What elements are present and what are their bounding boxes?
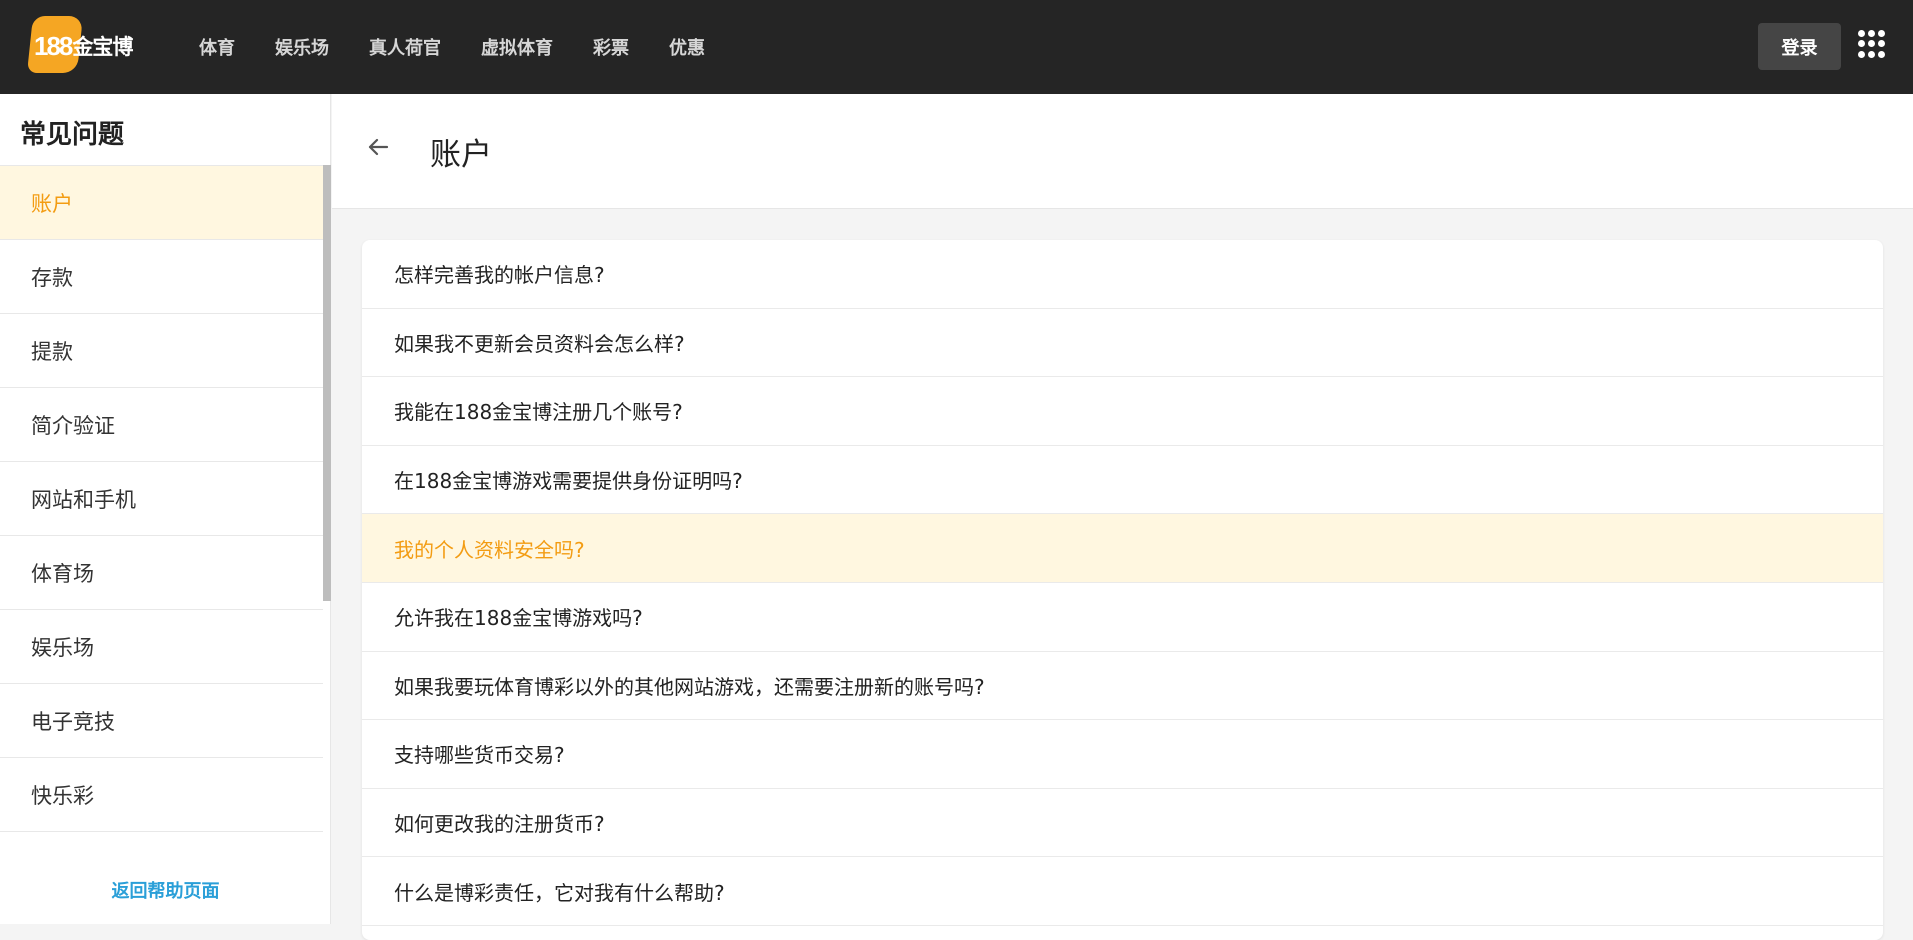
faq-item[interactable]: 我能在188金宝博注册几个账号? <box>362 377 1883 446</box>
nav-item-casino[interactable]: 娱乐场 <box>275 34 329 60</box>
faq-sidebar: 常见问题 账户 存款 提款 简介验证 网站和手机 体育场 娱乐场 电子竞技 快乐… <box>0 94 331 924</box>
faq-list: 怎样完善我的帐户信息? 如果我不更新会员资料会怎么样? 我能在188金宝博注册几… <box>362 240 1883 940</box>
page-title: 账户 <box>430 137 492 173</box>
faq-item-active[interactable]: 我的个人资料安全吗? <box>362 514 1883 583</box>
sidebar-category-list: 账户 存款 提款 简介验证 网站和手机 体育场 娱乐场 电子竞技 快乐彩 <box>0 165 323 832</box>
sidebar-item-sportsbook[interactable]: 体育场 <box>0 536 323 610</box>
logo-text: 金宝博 <box>72 35 133 59</box>
faq-item[interactable]: 如果我要玩体育博彩以外的其他网站游戏，还需要注册新的账号吗? <box>362 652 1883 721</box>
faq-item[interactable]: 支持哪些货币交易? <box>362 720 1883 789</box>
back-arrow-icon[interactable] <box>365 134 391 160</box>
faq-item[interactable]: 什么是博彩责任，它对我有什么帮助? <box>362 857 1883 926</box>
sidebar-item-website-mobile[interactable]: 网站和手机 <box>0 462 323 536</box>
sidebar-item-deposit[interactable]: 存款 <box>0 240 323 314</box>
faq-item[interactable]: 怎样完善我的帐户信息? <box>362 240 1883 309</box>
nav-item-sports[interactable]: 体育 <box>199 34 235 60</box>
sidebar-item-keno[interactable]: 快乐彩 <box>0 758 323 832</box>
sidebar-item-profile-verification[interactable]: 简介验证 <box>0 388 323 462</box>
main-nav: 体育 娱乐场 真人荷官 虚拟体育 彩票 优惠 <box>199 0 745 94</box>
brand-logo[interactable]: 188 金宝博 <box>27 16 140 76</box>
sidebar-item-withdrawal[interactable]: 提款 <box>0 314 323 388</box>
content-header: 账户 <box>332 94 1913 209</box>
sidebar-scrollbar[interactable] <box>323 165 331 601</box>
sidebar-item-esports[interactable]: 电子竞技 <box>0 684 323 758</box>
faq-item[interactable]: 如何更改我的注册货币? <box>362 789 1883 858</box>
apps-grid-icon[interactable] <box>1858 30 1886 58</box>
back-to-help-link[interactable]: 返回帮助页面 <box>0 877 331 903</box>
nav-item-virtual-sports[interactable]: 虚拟体育 <box>481 34 553 60</box>
faq-item[interactable]: 在188金宝博游戏需要提供身份证明吗? <box>362 446 1883 515</box>
sidebar-item-casino[interactable]: 娱乐场 <box>0 610 323 684</box>
faq-item[interactable]: 如果我不更新会员资料会怎么样? <box>362 309 1883 378</box>
faq-item[interactable]: 允许我在188金宝博游戏吗? <box>362 583 1883 652</box>
nav-item-promotions[interactable]: 优惠 <box>669 34 705 60</box>
top-navbar: 188 金宝博 体育 娱乐场 真人荷官 虚拟体育 彩票 优惠 登录 <box>0 0 1913 94</box>
nav-item-live-dealer[interactable]: 真人荷官 <box>369 34 441 60</box>
nav-item-lottery[interactable]: 彩票 <box>593 34 629 60</box>
login-button[interactable]: 登录 <box>1758 23 1841 70</box>
sidebar-item-account[interactable]: 账户 <box>0 166 323 240</box>
logo-number: 188 <box>34 30 73 61</box>
sidebar-title: 常见问题 <box>20 120 125 150</box>
